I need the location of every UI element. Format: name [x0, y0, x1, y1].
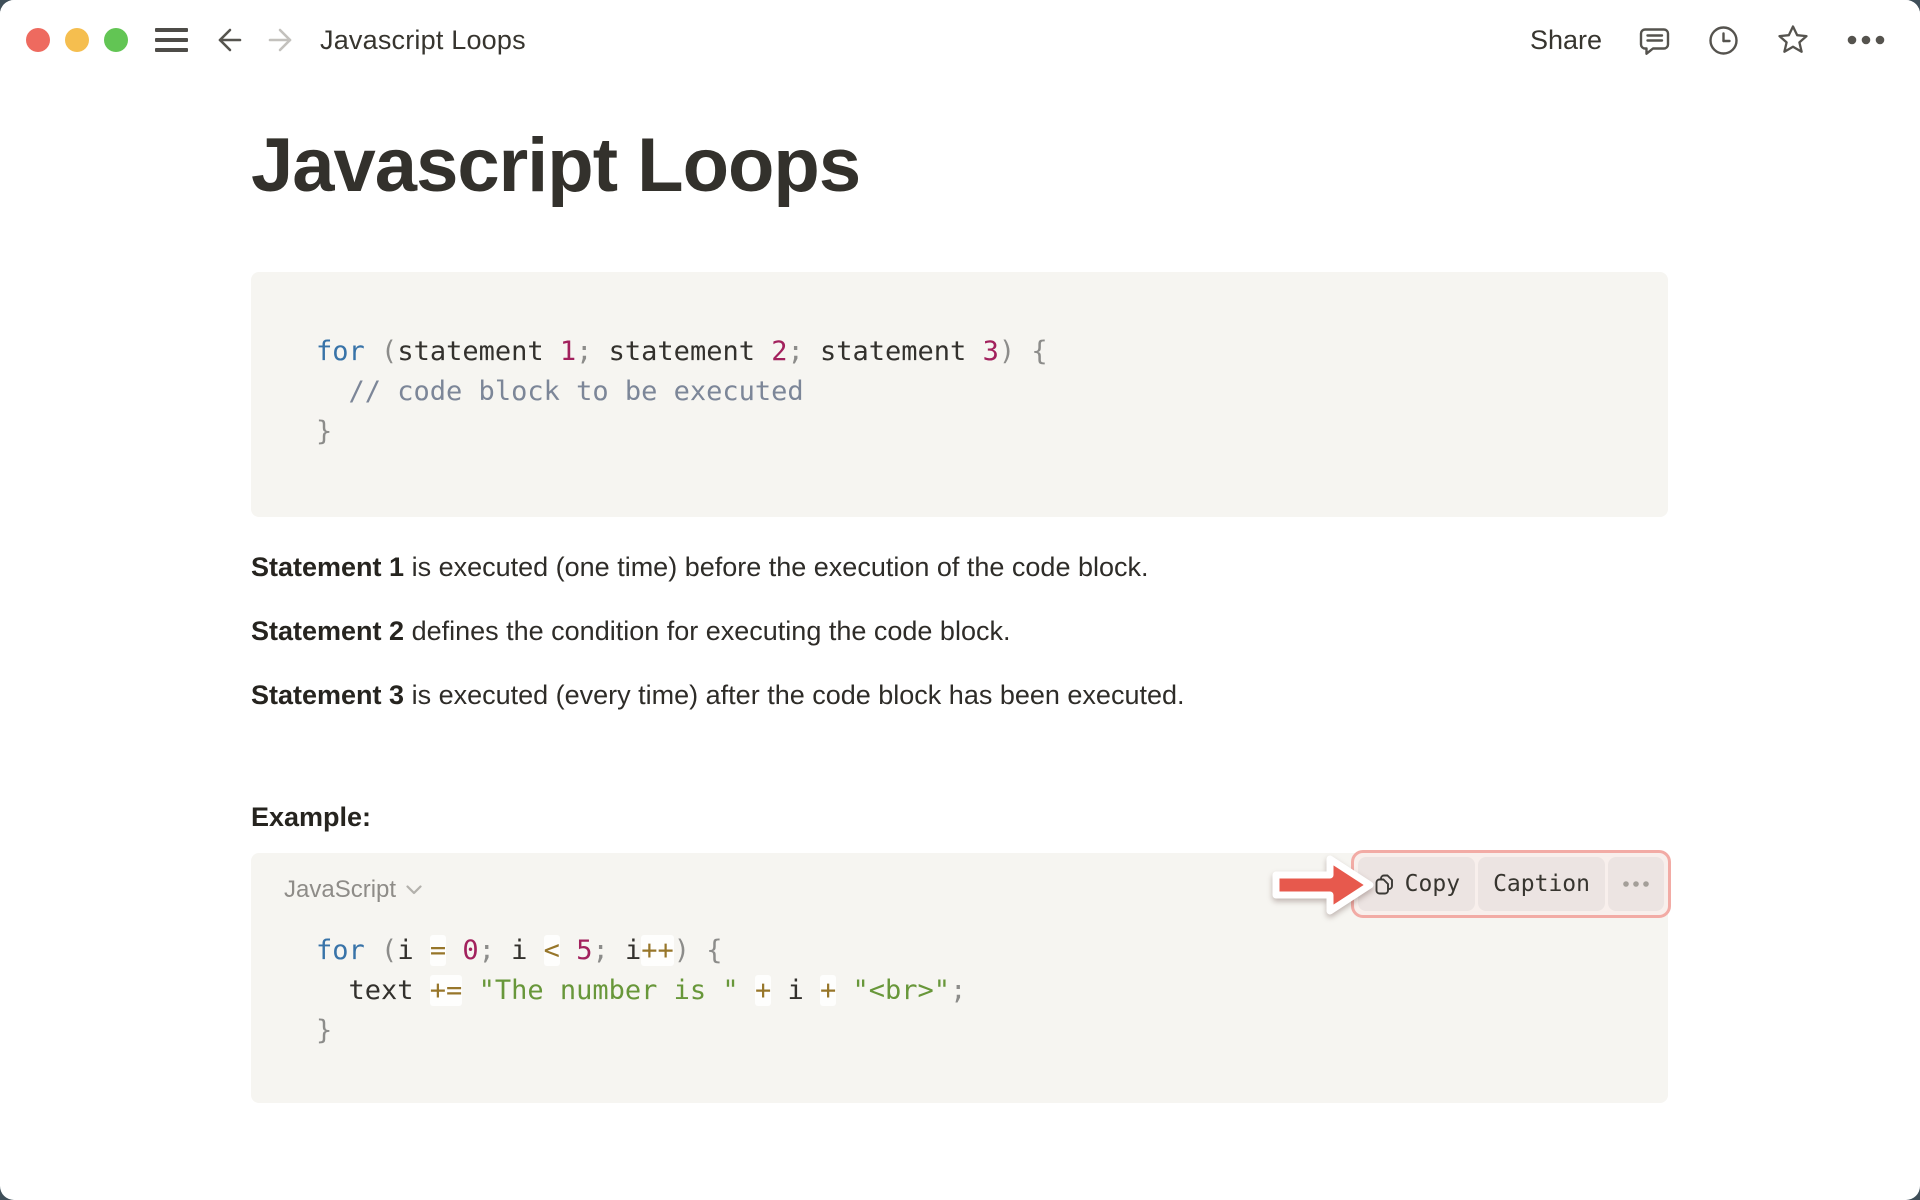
code-block-example-code: for (i = 0; i < 5; i++) { text += "The n…	[251, 931, 1668, 1051]
traffic-lights	[26, 28, 128, 52]
topbar: Javascript Loops Share	[0, 0, 1920, 80]
share-button[interactable]: Share	[1530, 25, 1602, 56]
statement-2-paragraph: Statement 2 defines the condition for ex…	[251, 615, 1668, 647]
history-clock-icon[interactable]	[1707, 24, 1740, 57]
sidebar-menu-icon[interactable]	[155, 28, 188, 52]
favorite-star-icon[interactable]	[1776, 23, 1810, 57]
caption-button[interactable]: Caption	[1478, 857, 1605, 911]
copy-icon	[1373, 873, 1396, 896]
language-dropdown[interactable]: JavaScript	[284, 875, 423, 905]
forward-arrow-icon[interactable]	[264, 23, 298, 57]
breadcrumb-page-title[interactable]: Javascript Loops	[320, 25, 526, 56]
statement-1-paragraph: Statement 1 is executed (one time) befor…	[251, 551, 1668, 583]
statement-3-paragraph: Statement 3 is executed (every time) aft…	[251, 679, 1668, 711]
back-arrow-icon[interactable]	[212, 23, 246, 57]
language-dropdown-label: JavaScript	[284, 875, 396, 905]
code-more-options-button[interactable]	[1608, 857, 1664, 911]
code-block-syntax[interactable]: for (statement 1; statement 2; statement…	[251, 272, 1668, 517]
minimize-window-button[interactable]	[65, 28, 89, 52]
chevron-down-icon	[405, 884, 423, 896]
document-body: Javascript Loops for (statement 1; state…	[0, 122, 1920, 1103]
copy-button[interactable]: Copy	[1358, 857, 1475, 911]
code-block-syntax-code: for (statement 1; statement 2; statement…	[316, 332, 1628, 452]
comments-icon[interactable]	[1638, 24, 1671, 57]
close-window-button[interactable]	[26, 28, 50, 52]
zoom-window-button[interactable]	[104, 28, 128, 52]
more-options-icon[interactable]	[1846, 34, 1886, 46]
example-label: Example:	[251, 801, 1668, 833]
code-block-example[interactable]: JavaScript Copy Caption	[251, 853, 1668, 1103]
caption-button-label: Caption	[1493, 871, 1590, 897]
code-actions-highlight: Copy Caption	[1351, 850, 1671, 918]
app-window: Javascript Loops Share Javascript Loops …	[0, 0, 1920, 1200]
copy-button-label: Copy	[1405, 871, 1460, 897]
ellipsis-icon	[1622, 880, 1650, 888]
page-title: Javascript Loops	[251, 122, 1668, 209]
